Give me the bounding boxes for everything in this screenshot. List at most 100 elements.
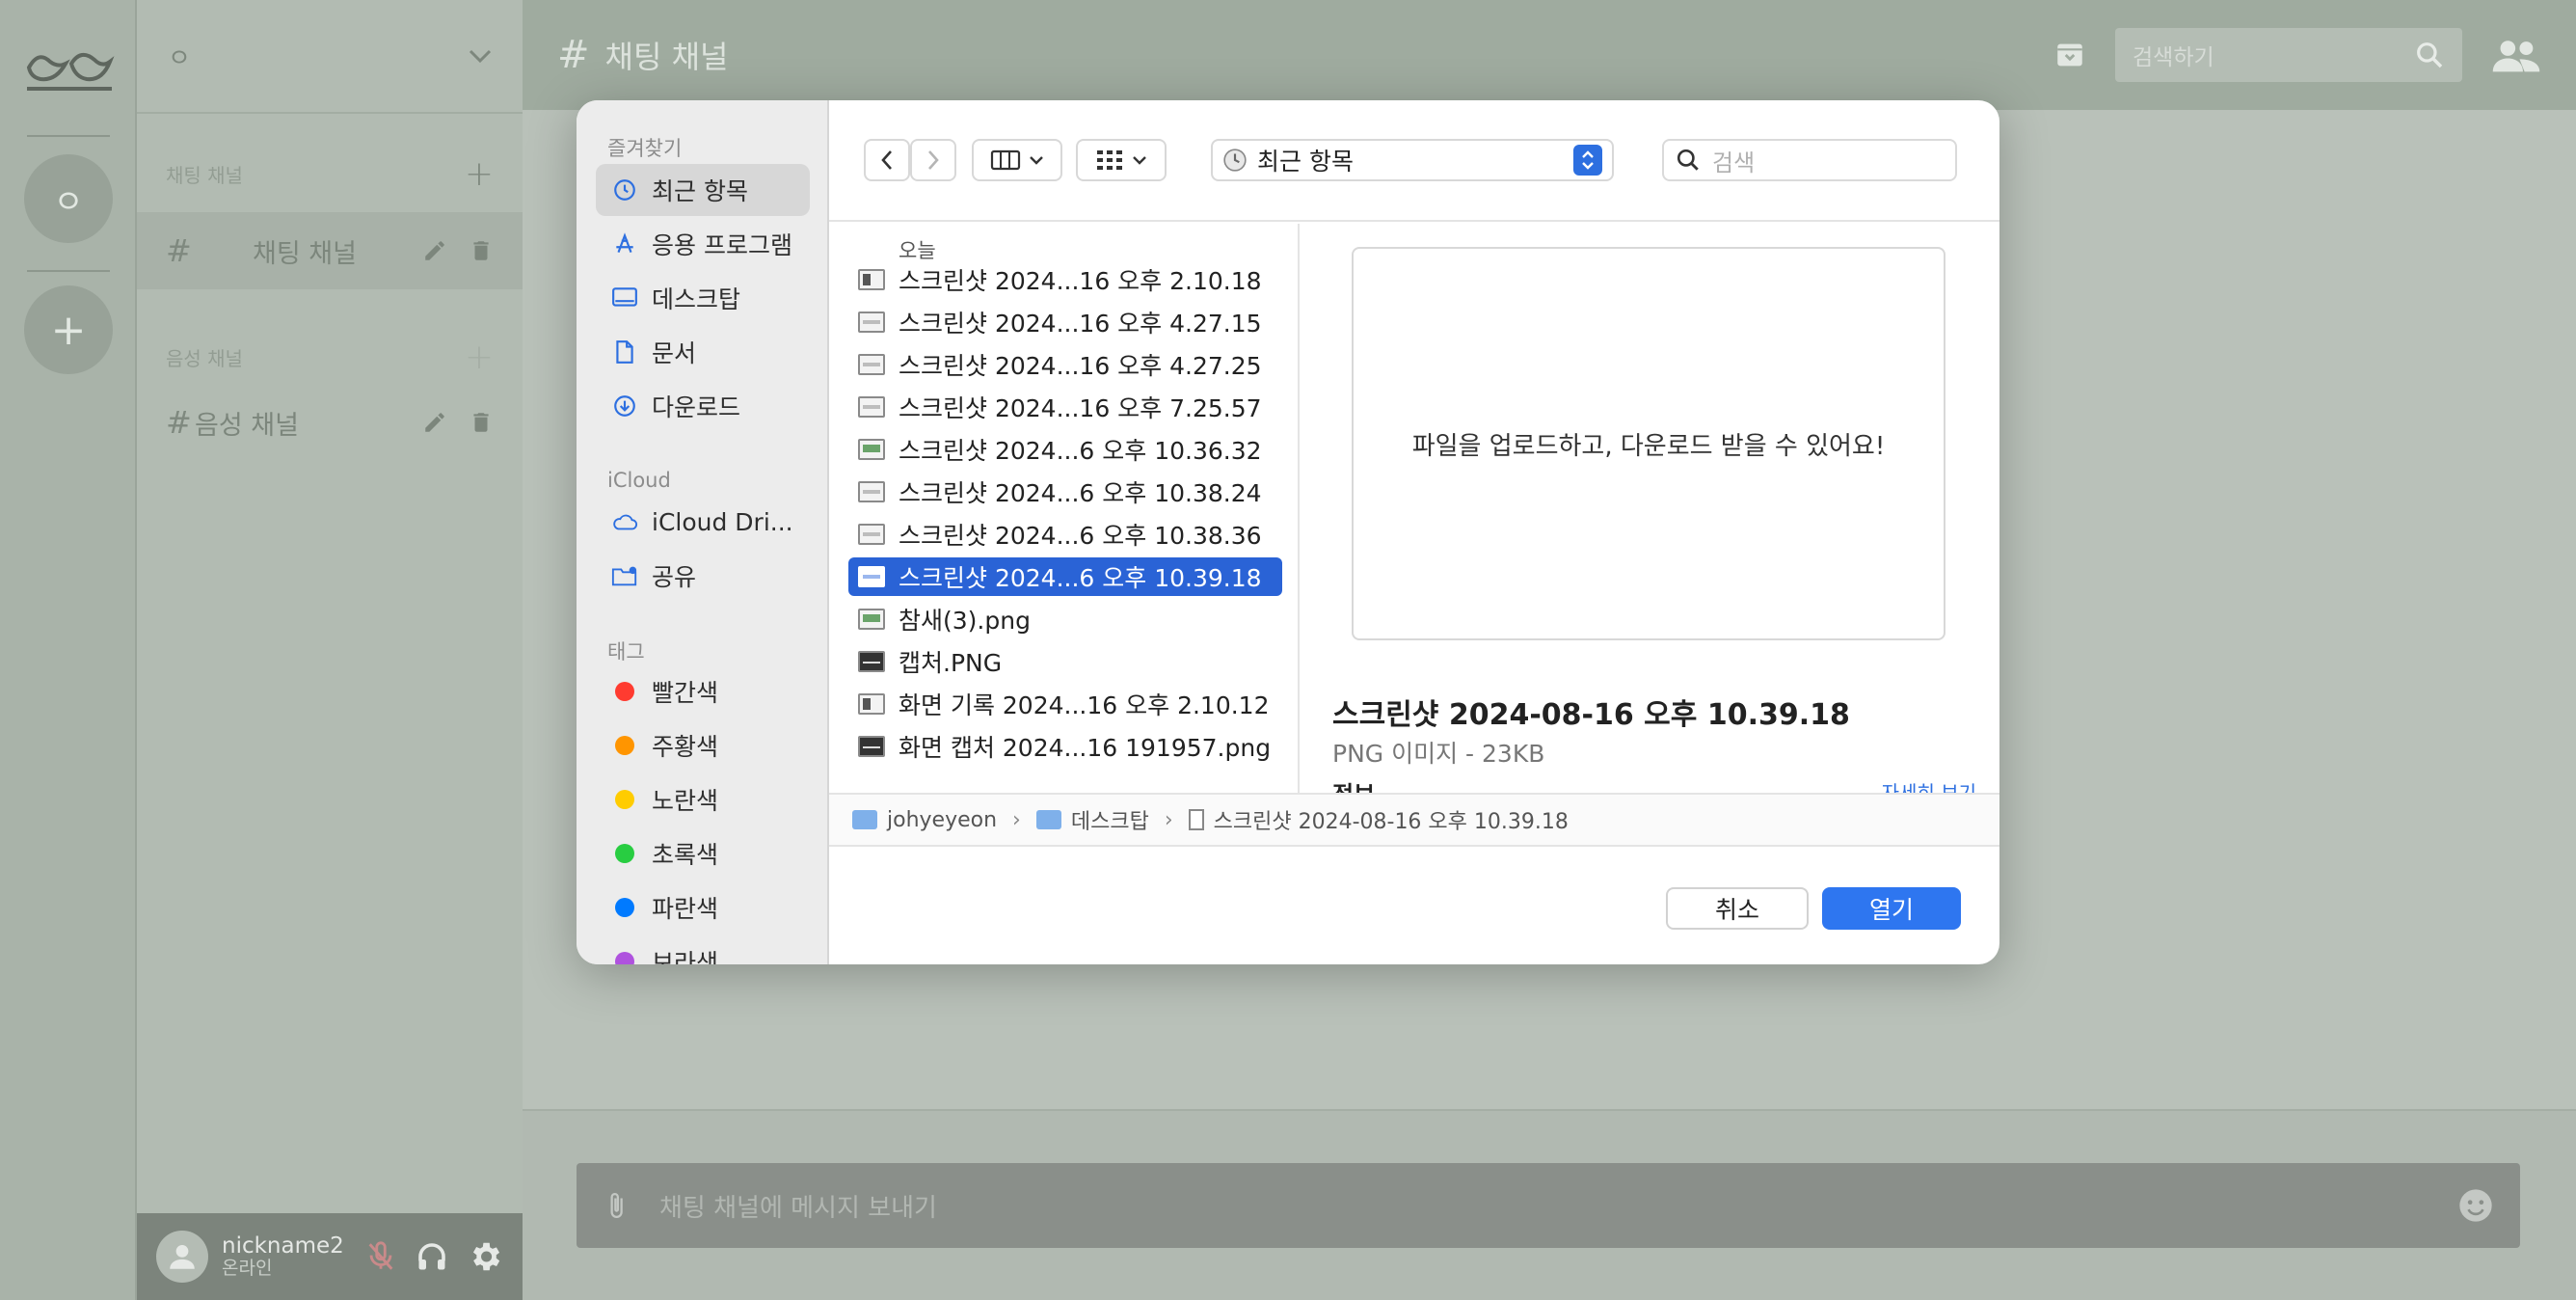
sidebar-item-documents[interactable]: 문서 — [596, 326, 810, 378]
add-text-channel-icon[interactable]: + — [465, 154, 494, 194]
hash-icon: # — [166, 232, 192, 269]
sidebar-item-label: 빨간색 — [652, 679, 719, 707]
search-input[interactable]: 검색하기 — [2115, 28, 2462, 82]
file-row[interactable]: 스크린샷 2024...16 오후 4.27.25 — [848, 345, 1282, 384]
search-icon[interactable] — [2414, 40, 2445, 70]
download-icon — [614, 395, 635, 417]
birds-logo-icon — [26, 52, 115, 91]
trash-icon[interactable] — [469, 410, 494, 435]
sidebar-item-label: 응용 프로그램 — [652, 231, 792, 259]
cloud-icon — [613, 514, 637, 530]
attachment-icon[interactable] — [602, 1186, 631, 1225]
channel-item-text[interactable]: # 채팅 채널 — [137, 212, 523, 289]
gear-icon[interactable] — [467, 1238, 503, 1275]
sidebar-item-shared[interactable]: 공유 — [596, 550, 810, 602]
add-server-button[interactable]: + — [24, 285, 113, 374]
file-row[interactable]: 스크린샷 2024...16 오후 7.25.57 — [848, 388, 1282, 426]
preview-file-meta: PNG 이미지 - 23KB — [1332, 740, 1545, 768]
sidebar-item-label: 다운로드 — [652, 393, 741, 421]
dialog-search-input[interactable]: 검색 — [1662, 139, 1957, 181]
file-name: 스크린샷 2024...16 오후 4.27.25 — [899, 352, 1262, 380]
sidebar-item-desktop[interactable]: 데스크탑 — [596, 272, 810, 324]
forward-button[interactable] — [910, 139, 956, 181]
sidebar-item-downloads[interactable]: 다운로드 — [596, 380, 810, 432]
yellow-tag-icon — [615, 790, 634, 809]
chevron-down-icon — [1133, 156, 1146, 165]
path-segment[interactable]: johyeyeon — [887, 808, 997, 832]
add-voice-channel-icon[interactable]: + — [465, 338, 494, 377]
sidebar-tag-blue[interactable]: 파란색 — [596, 881, 810, 934]
channel-name: 음성 채널 — [195, 410, 299, 441]
file-row[interactable]: 화면 캡처 2024...16 191957.png — [848, 727, 1282, 766]
archive-icon[interactable] — [2053, 39, 2086, 71]
file-row[interactable]: 참새(3).png — [848, 600, 1282, 638]
green-tag-icon — [615, 844, 634, 863]
image-thumb-icon — [858, 736, 885, 757]
file-row[interactable]: 스크린샷 2024...6 오후 10.38.24 — [848, 473, 1282, 511]
sidebar-item-label: 보라색 — [652, 949, 719, 964]
file-row[interactable]: 스크린샷 2024...6 오후 10.38.36 — [848, 515, 1282, 554]
sidebar-item-label: 초록색 — [652, 841, 719, 869]
sidebar-item-icloud-drive[interactable]: iCloud Dri... — [596, 496, 810, 548]
edit-icon[interactable] — [422, 410, 447, 435]
trash-icon[interactable] — [469, 238, 494, 263]
file-open-dialog: 즐겨찾기 최근 항목 응용 프로그램 데스크탑 문서 다운로드 iCloud i… — [577, 100, 1999, 964]
emoji-icon[interactable] — [2456, 1186, 2495, 1225]
file-name: 스크린샷 2024...16 오후 2.10.18 — [899, 267, 1262, 295]
view-mode-button[interactable] — [972, 139, 1062, 181]
server-button[interactable]: ㅇ — [24, 154, 113, 243]
file-row[interactable]: 화면 기록 2024...16 오후 2.10.12 — [848, 685, 1282, 723]
section-voice-channels: 음성 채널 + — [166, 338, 494, 377]
avatar[interactable] — [156, 1231, 208, 1283]
sidebar-tag-red[interactable]: 빨간색 — [596, 665, 810, 718]
section-label: 채팅 채널 — [166, 164, 243, 187]
image-thumb-icon — [858, 269, 885, 290]
file-row[interactable]: 캡처.PNG — [848, 642, 1282, 681]
file-name: 캡처.PNG — [899, 649, 1003, 677]
file-row-selected[interactable]: 스크린샷 2024...6 오후 10.39.18 — [848, 557, 1282, 596]
search-placeholder: 검색하기 — [2133, 45, 2214, 70]
path-segment[interactable]: 스크린샷 2024-08-16 오후 10.39.18 — [1214, 804, 1569, 835]
sidebar-tag-purple[interactable]: 보라색 — [596, 935, 810, 964]
sidebar-tag-green[interactable]: 초록색 — [596, 827, 810, 880]
orange-tag-icon — [615, 736, 634, 755]
location-select[interactable]: 최근 항목 — [1211, 139, 1614, 181]
server-header[interactable]: ㅇ — [137, 0, 523, 114]
path-separator-icon: › — [1012, 807, 1021, 832]
edit-icon[interactable] — [422, 238, 447, 263]
file-row[interactable]: 스크린샷 2024...16 오후 2.10.18 — [848, 260, 1282, 299]
channel-name: 채팅 채널 — [253, 238, 357, 269]
headphones-icon[interactable] — [415, 1239, 449, 1274]
path-segment[interactable]: 데스크탑 — [1071, 804, 1149, 835]
sidebar-item-label: 최근 항목 — [652, 177, 748, 205]
back-button[interactable] — [864, 139, 910, 181]
members-icon[interactable] — [2491, 36, 2541, 74]
desktop-icon — [612, 287, 637, 307]
sidebar-item-label: iCloud Dri... — [652, 507, 793, 536]
cancel-button[interactable]: 취소 — [1666, 887, 1809, 930]
chevron-down-icon — [1030, 156, 1043, 165]
open-button[interactable]: 열기 — [1822, 887, 1961, 930]
file-name: 참새(3).png — [899, 607, 1031, 635]
sidebar-item-recents[interactable]: 최근 항목 — [596, 164, 810, 216]
mic-muted-icon[interactable] — [364, 1240, 397, 1273]
group-by-button[interactable] — [1076, 139, 1167, 181]
document-icon — [616, 340, 633, 364]
file-name: 스크린샷 2024...6 오후 10.36.32 — [899, 437, 1262, 465]
sidebar-item-applications[interactable]: 응용 프로그램 — [596, 218, 810, 270]
sidebar-tag-yellow[interactable]: 노란색 — [596, 773, 810, 826]
tags-label: 태그 — [607, 640, 645, 664]
preview-file-name: 스크린샷 2024-08-16 오후 10.39.18 — [1332, 698, 1850, 732]
file-row[interactable]: 스크린샷 2024...6 오후 10.36.32 — [848, 430, 1282, 469]
sidebar-item-label: 노란색 — [652, 787, 719, 815]
sidebar-tag-orange[interactable]: 주황색 — [596, 719, 810, 772]
icloud-label: iCloud — [607, 469, 671, 492]
file-row[interactable]: 스크린샷 2024...16 오후 4.27.15 — [848, 303, 1282, 341]
file-name: 화면 기록 2024...16 오후 2.10.12 — [899, 691, 1270, 719]
channel-item-voice[interactable]: # 음성 채널 — [137, 384, 523, 461]
red-tag-icon — [615, 682, 634, 701]
file-name: 스크린샷 2024...6 오후 10.38.24 — [899, 479, 1262, 507]
video-thumb-icon — [858, 693, 885, 715]
message-input[interactable]: 채팅 채널에 메시지 보내기 — [577, 1163, 2520, 1248]
hash-icon: # — [166, 404, 192, 441]
